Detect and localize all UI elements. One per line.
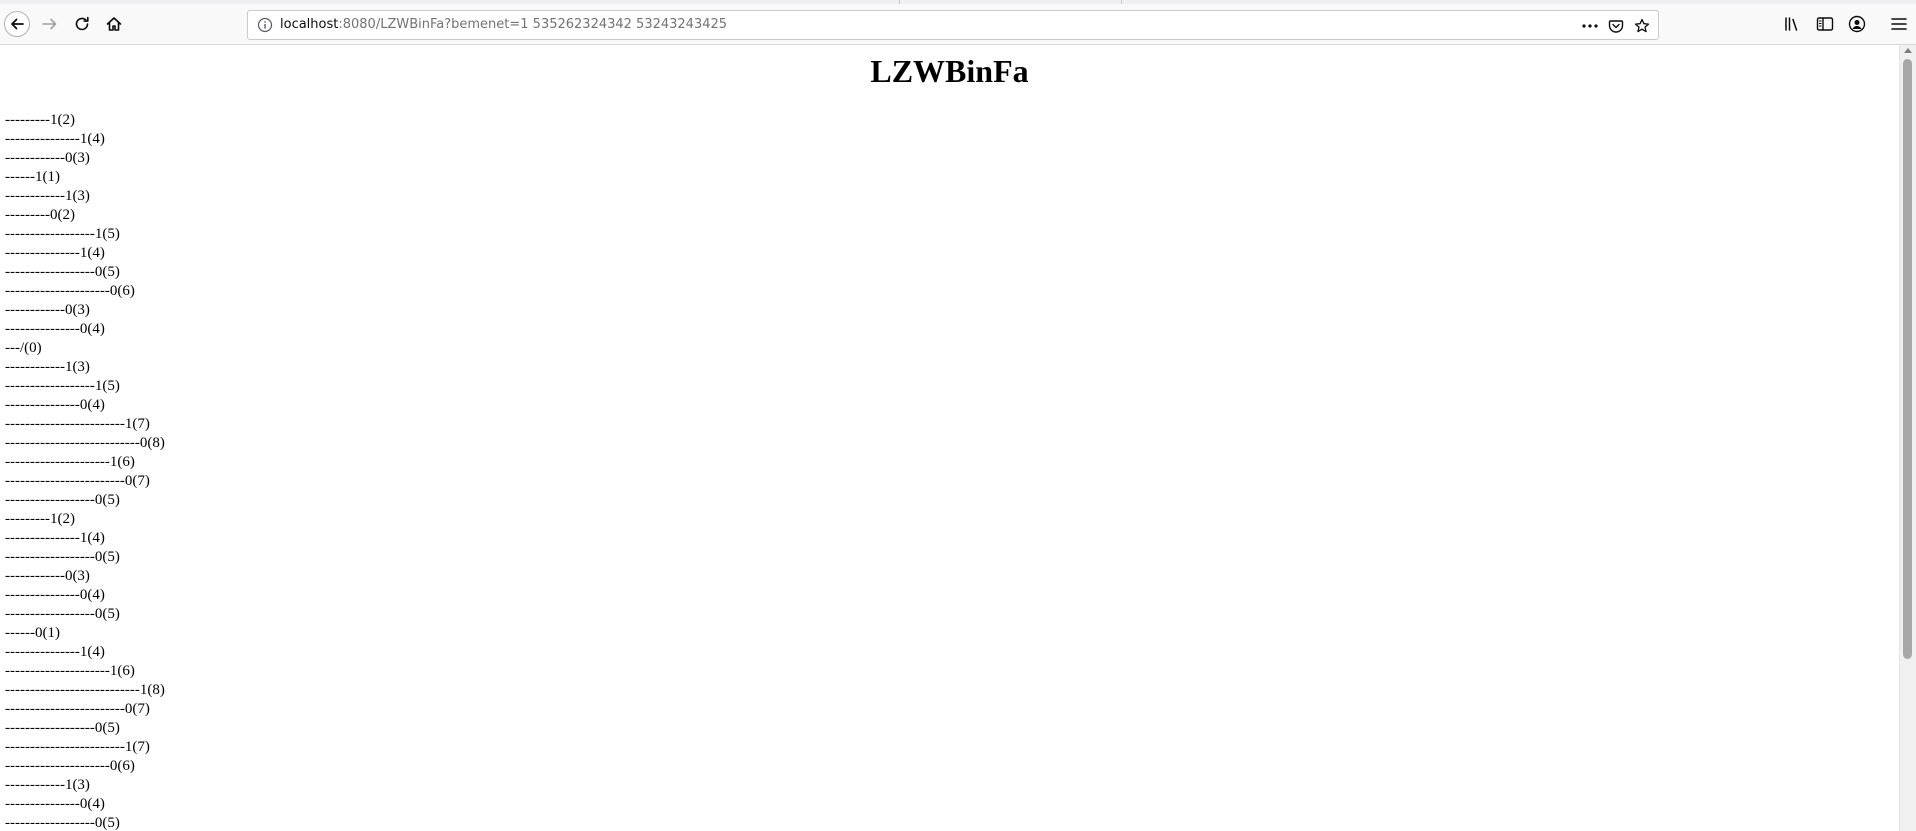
star-icon[interactable] xyxy=(1632,16,1652,36)
tree-node-line: ---------------1(4) xyxy=(5,644,105,660)
tree-node-line: ------------------1(5) xyxy=(5,378,120,394)
tree-node-line: ------------------0(5) xyxy=(5,492,120,508)
tab-divider xyxy=(899,0,900,4)
tree-node-line: ---------------------1(6) xyxy=(5,663,135,679)
tree-node-line: ---------------0(4) xyxy=(5,796,105,812)
tree-node-line: ---------1(2) xyxy=(5,511,75,527)
tree-node-line: ---------------------------0(8) xyxy=(5,435,165,451)
tab-strip xyxy=(0,0,1916,4)
tree-node-line: ------------1(3) xyxy=(5,188,90,204)
page-title: LZWBinFa xyxy=(870,53,1029,89)
tree-node-line: ---------------------------1(8) xyxy=(5,682,165,698)
binary-tree-listing: ---------1(2) ---------------1(4) --------… xyxy=(5,111,165,831)
tree-node-line: ---------1(2) xyxy=(5,112,75,128)
pocket-icon[interactable] xyxy=(1606,16,1626,36)
tree-node-line: ------------0(3) xyxy=(5,302,90,318)
url-path: :8080/LZWBinFa?bemenet=1 535262324342 53… xyxy=(338,17,728,32)
forward-button[interactable] xyxy=(36,10,64,38)
page-viewport: LZWBinFa ---------1(2) ---------------1(4… xyxy=(0,45,1899,831)
tree-node-line: ------------0(3) xyxy=(5,568,90,584)
home-icon xyxy=(104,14,124,34)
tree-node-line: ------------------------1(7) xyxy=(5,416,150,432)
tree-node-line: ---------------0(4) xyxy=(5,397,105,413)
tree-node-line: ------------------0(5) xyxy=(5,720,120,736)
more-dots-icon[interactable] xyxy=(1580,16,1600,36)
tree-node-line: ------------------------0(7) xyxy=(5,701,150,717)
tree-node-line: ---------------------0(6) xyxy=(5,283,135,299)
tree-node-line: ---------------1(4) xyxy=(5,245,105,261)
back-button[interactable] xyxy=(3,10,31,38)
tree-node-line: ------------------1(5) xyxy=(5,226,120,242)
browser-toolbar: localhost:8080/LZWBinFa?bemenet=1 535262… xyxy=(0,0,1916,45)
tree-node-line: ------------------0(5) xyxy=(5,549,120,565)
library-icon[interactable] xyxy=(1781,12,1805,36)
tree-node-line: ---------------1(4) xyxy=(5,131,105,147)
url-bar[interactable]: localhost:8080/LZWBinFa?bemenet=1 535262… xyxy=(247,10,1659,40)
tree-node-line: ---------------------0(6) xyxy=(5,758,135,774)
tree-node-line: ------------------0(5) xyxy=(5,264,120,280)
hamburger-menu-icon[interactable] xyxy=(1887,12,1911,36)
account-icon[interactable] xyxy=(1845,12,1869,36)
tree-node-line: ------------------0(5) xyxy=(5,606,120,622)
tree-node-line: ------------------------1(7) xyxy=(5,739,150,755)
info-icon[interactable] xyxy=(257,17,273,33)
scrollbar-thumb[interactable] xyxy=(1903,59,1912,659)
url-host: localhost xyxy=(280,17,339,32)
vertical-scrollbar[interactable] xyxy=(1899,45,1916,831)
reload-icon xyxy=(72,14,92,34)
tree-node-line: ------0(1) xyxy=(5,625,60,641)
tree-node-line: ------1(1) xyxy=(5,169,60,185)
back-arrow-icon xyxy=(3,10,31,38)
scroll-up-arrow-icon[interactable] xyxy=(1904,48,1912,53)
tree-node-line: ---------------0(4) xyxy=(5,321,105,337)
home-button[interactable] xyxy=(100,10,128,38)
tree-node-line: ------------------0(5) xyxy=(5,815,120,831)
tree-node-line: ---------------------1(6) xyxy=(5,454,135,470)
tree-node-line: ---/(0) xyxy=(5,340,42,356)
sidebar-icon[interactable] xyxy=(1813,12,1837,36)
tree-node-line: ---------------0(4) xyxy=(5,587,105,603)
tree-node-line: ------------0(3) xyxy=(5,150,90,166)
tree-node-line: ------------1(3) xyxy=(5,359,90,375)
tree-node-line: ------------------------0(7) xyxy=(5,473,150,489)
tab-divider xyxy=(1121,0,1122,4)
url-text[interactable]: localhost:8080/LZWBinFa?bemenet=1 535262… xyxy=(280,17,727,33)
tree-node-line: ---------0(2) xyxy=(5,207,75,223)
reload-button[interactable] xyxy=(68,10,96,38)
tree-node-line: ---------------1(4) xyxy=(5,530,105,546)
forward-arrow-icon xyxy=(40,14,60,34)
tree-node-line: ------------1(3) xyxy=(5,777,90,793)
